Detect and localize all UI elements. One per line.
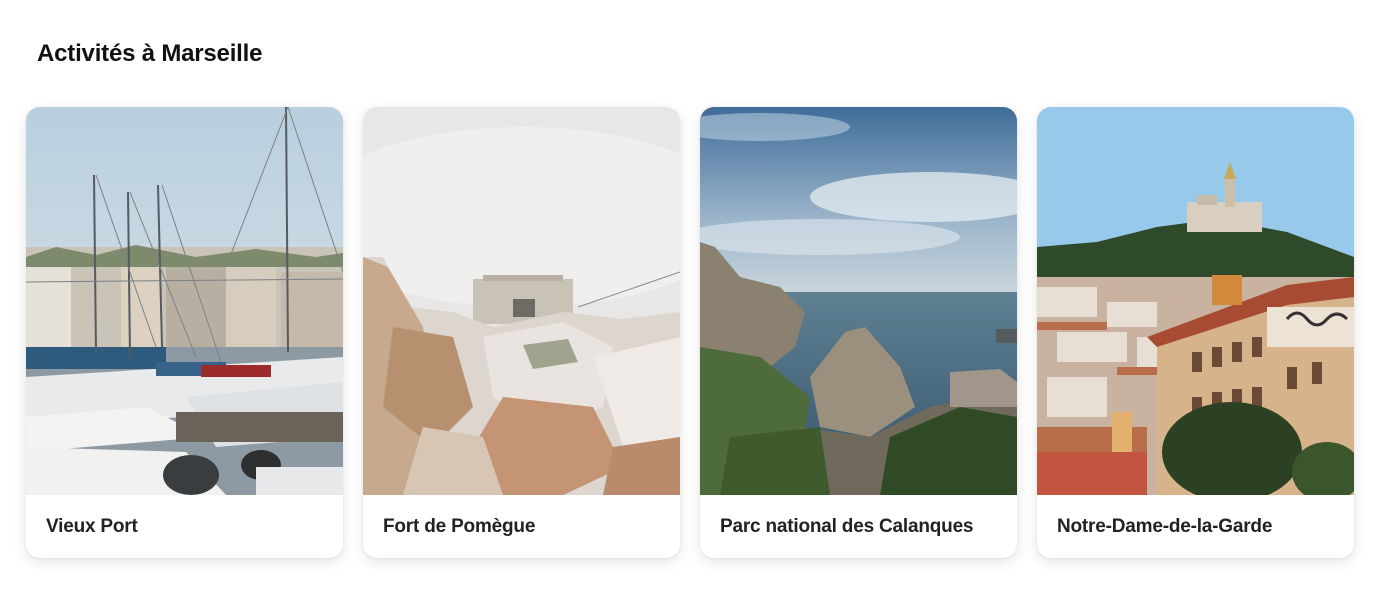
activity-card-label: Fort de Pomègue bbox=[383, 515, 536, 537]
activity-card-label: Notre-Dame-de-la-Garde bbox=[1057, 515, 1273, 537]
activity-card-list: Vieux Port Fort de Pomègue Parc national… bbox=[26, 107, 1354, 558]
calanques-photo bbox=[700, 107, 1017, 495]
activity-card-vieux-port[interactable]: Vieux Port bbox=[26, 107, 343, 558]
activity-card-fort-de-pomegue[interactable]: Fort de Pomègue bbox=[363, 107, 680, 558]
activity-card-notre-dame-de-la-garde[interactable]: Notre-Dame-de-la-Garde bbox=[1037, 107, 1354, 558]
vieux-port-photo bbox=[26, 107, 343, 495]
activity-card-label: Parc national des Calanques bbox=[720, 515, 974, 537]
activity-card-parc-national-des-calanques[interactable]: Parc national des Calanques bbox=[700, 107, 1017, 558]
activities-section: Activités à Marseille Vieux Port Fort de… bbox=[0, 0, 1400, 600]
fort-de-pomegue-photo bbox=[363, 107, 680, 495]
notre-dame-de-la-garde-photo bbox=[1037, 107, 1354, 495]
section-title: Activités à Marseille bbox=[37, 40, 263, 67]
activity-card-label: Vieux Port bbox=[46, 515, 138, 537]
